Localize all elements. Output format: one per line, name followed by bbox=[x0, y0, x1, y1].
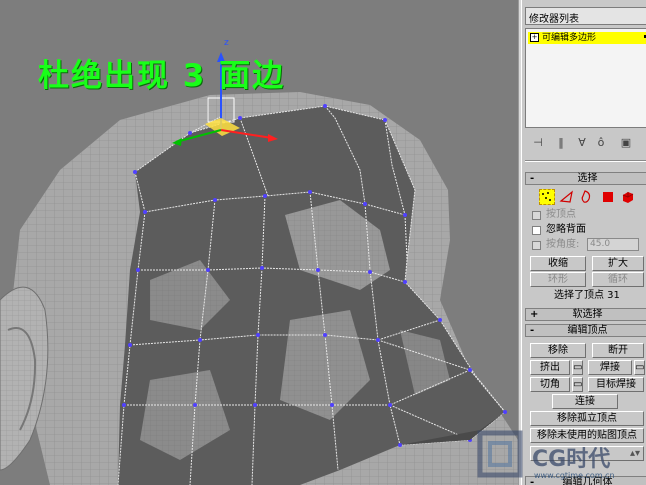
watermark-logo-text: CG时代 bbox=[532, 447, 611, 472]
element-mode-icon[interactable] bbox=[620, 189, 636, 205]
stack-item-editable-poly[interactable]: + 可编辑多边形 bbox=[528, 32, 646, 44]
collapse-icon: - bbox=[530, 325, 535, 336]
border-mode-icon[interactable] bbox=[579, 189, 595, 205]
chamfer-button[interactable]: 切角 bbox=[530, 377, 570, 392]
modifier-list-dropdown[interactable]: 修改器列表 bbox=[525, 7, 646, 25]
show-end-result-icon[interactable]: ‖ bbox=[555, 135, 567, 151]
grow-button[interactable]: 扩大 bbox=[592, 256, 644, 271]
weld-settings-icon[interactable]: ▭ bbox=[634, 360, 645, 375]
rollout-title: 选择 bbox=[577, 173, 598, 184]
expand-icon[interactable]: + bbox=[530, 33, 539, 42]
polygon-mode-icon[interactable] bbox=[600, 189, 616, 205]
ignore-backfacing-checkbox[interactable] bbox=[532, 226, 541, 235]
extrude-button[interactable]: 挤出 bbox=[530, 360, 570, 375]
by-angle-label: 按角度: bbox=[546, 239, 580, 250]
pin-stack-icon[interactable]: ⊣ bbox=[531, 135, 545, 151]
configure-sets-icon[interactable]: ▣ bbox=[619, 135, 633, 151]
stack-item-label: 可编辑多边形 bbox=[542, 33, 597, 43]
vertex-mode-icon[interactable] bbox=[539, 189, 555, 205]
rollout-title: 软选择 bbox=[572, 309, 603, 320]
selection-rollout-header[interactable]: - 选择 bbox=[525, 172, 646, 185]
edge-mode-icon[interactable] bbox=[559, 189, 575, 205]
3d-viewport[interactable]: 杜绝出现 3 面边 z bbox=[0, 0, 518, 485]
extrude-settings-icon[interactable]: ▭ bbox=[572, 360, 583, 375]
remove-modifier-icon[interactable]: ô bbox=[595, 135, 607, 151]
make-unique-icon[interactable]: ∀ bbox=[575, 135, 589, 151]
gizmo-z-label: z bbox=[224, 38, 229, 48]
break-button[interactable]: 断开 bbox=[592, 343, 644, 358]
modifier-stack[interactable]: + 可编辑多边形 bbox=[525, 28, 646, 128]
soft-selection-rollout-header[interactable]: + 软选择 bbox=[525, 308, 646, 321]
watermark: CG时代 www.cgtime.com.cn bbox=[472, 427, 646, 485]
loop-button[interactable]: 循环 bbox=[592, 272, 644, 287]
angle-spinner[interactable]: 45.0 bbox=[587, 238, 639, 251]
command-panel: 修改器列表 + 可编辑多边形 ⊣ ‖ ∀ ô ▣ - 选择 按顶点 忽略背面 按角… bbox=[522, 0, 646, 485]
target-weld-button[interactable]: 目标焊接 bbox=[588, 377, 644, 392]
selection-status: 选择了顶点 31 bbox=[554, 290, 620, 301]
by-vertex-checkbox[interactable] bbox=[532, 211, 541, 220]
overlay-title: 杜绝出现 3 面边 bbox=[38, 58, 286, 94]
remove-button[interactable]: 移除 bbox=[530, 343, 586, 358]
expand-icon: + bbox=[530, 309, 539, 320]
separator bbox=[525, 160, 646, 162]
shrink-button[interactable]: 收缩 bbox=[530, 256, 586, 271]
watermark-logo-icon bbox=[477, 430, 523, 478]
weld-button[interactable]: 焊接 bbox=[588, 360, 632, 375]
collapse-icon: - bbox=[530, 173, 535, 184]
watermark-url: www.cgtime.com.cn bbox=[534, 471, 615, 480]
rollout-title: 编辑顶点 bbox=[567, 325, 608, 336]
remove-isolated-vertices-button[interactable]: 移除孤立顶点 bbox=[530, 411, 644, 426]
ignore-backfacing-label: 忽略背面 bbox=[546, 224, 586, 235]
ring-button[interactable]: 环形 bbox=[530, 272, 586, 287]
chamfer-settings-icon[interactable]: ▭ bbox=[572, 377, 583, 392]
by-vertex-label: 按顶点 bbox=[546, 209, 576, 220]
connect-button[interactable]: 连接 bbox=[552, 394, 618, 409]
edit-vertices-rollout-header[interactable]: - 编辑顶点 bbox=[525, 324, 646, 337]
by-angle-checkbox[interactable] bbox=[532, 241, 541, 250]
stack-toolbar: ⊣ ‖ ∀ ô ▣ bbox=[525, 135, 646, 153]
